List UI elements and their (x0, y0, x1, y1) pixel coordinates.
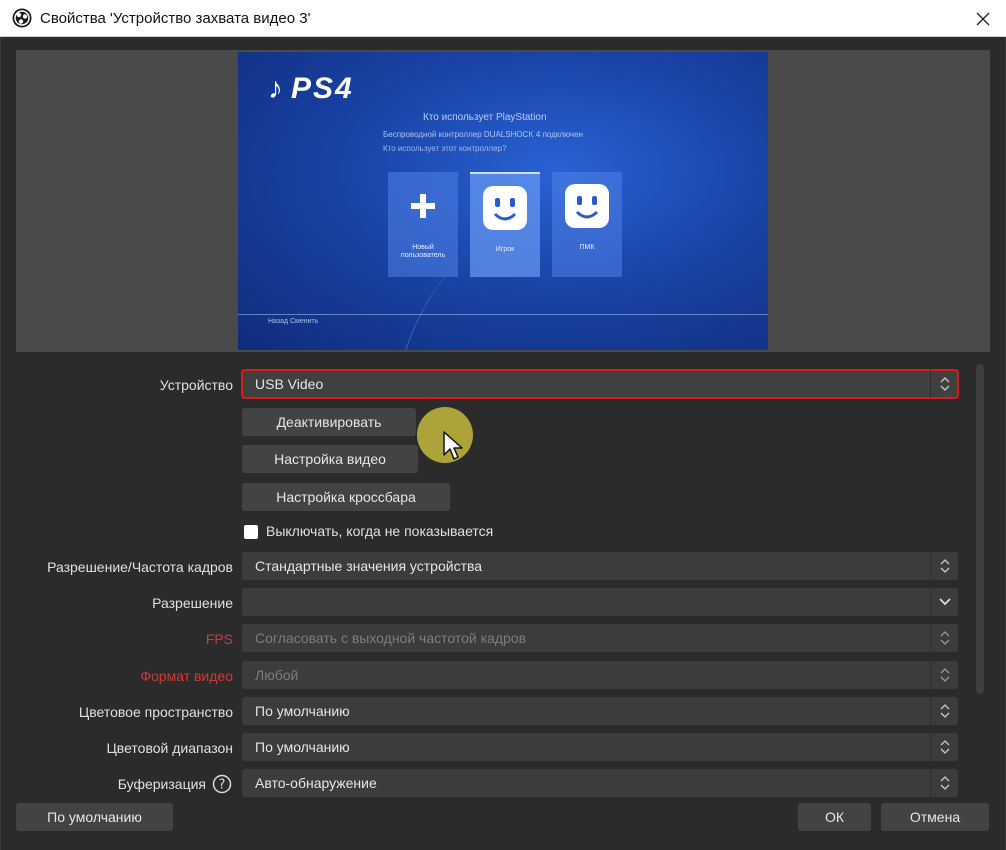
chevron-down-icon[interactable] (930, 588, 958, 616)
help-icon[interactable]: ? (212, 774, 232, 794)
updown-arrows-icon (930, 552, 958, 580)
device-select[interactable]: USB Video (241, 369, 959, 399)
updown-arrows-icon (930, 697, 958, 725)
mouse-cursor-icon (443, 431, 463, 460)
svg-text:?: ? (219, 778, 226, 793)
obs-logo-icon (12, 8, 32, 28)
close-button[interactable] (960, 0, 1006, 37)
buffering-select[interactable]: Авто-обнаружение (242, 769, 958, 797)
updown-arrows-icon (930, 733, 958, 761)
color-range-select[interactable]: По умолчанию (242, 733, 958, 761)
video-settings-button[interactable]: Настройка видео (242, 445, 418, 473)
resolution-fps-select[interactable]: Стандартные значения устройства (242, 552, 958, 580)
crossbar-settings-button[interactable]: Настройка кроссбара (242, 483, 450, 511)
deactivate-when-hidden-label: Выключать, когда не показывается (266, 523, 494, 539)
updown-arrows-icon (930, 370, 958, 398)
cancel-button[interactable]: Отмена (881, 803, 989, 831)
title-bar: Свойства 'Устройство захвата видео 3' (0, 0, 1006, 37)
preview-line-2: Кто использует этот контроллер? (383, 144, 507, 153)
resolution-input[interactable] (242, 588, 958, 616)
updown-arrows-icon (930, 769, 958, 797)
resolution-label: Разрешение (152, 595, 233, 611)
video-preview: ♪ PS4 Кто использует PlayStation Беспрово… (238, 52, 768, 350)
defaults-button[interactable]: По умолчанию (16, 803, 173, 831)
scrollbar-thumb[interactable] (976, 364, 984, 694)
deactivate-button[interactable]: Деактивировать (242, 408, 416, 436)
device-label: Устройство (159, 377, 233, 393)
color-range-label: Цветовой диапазон (106, 740, 233, 756)
preview-footer: Назад Сменить (268, 318, 319, 325)
color-space-label: Цветовое пространство (78, 704, 233, 720)
user-tile-pmk: ПМК (552, 172, 622, 277)
preview-heading: Кто использует PlayStation (423, 112, 547, 123)
vertical-scrollbar[interactable] (974, 362, 986, 698)
playstation-icon: ♪ (268, 72, 285, 105)
user-tile-player: Игрок (470, 172, 540, 277)
device-value: USB Video (255, 376, 324, 392)
face-icon (483, 186, 527, 230)
deactivate-when-hidden-checkbox[interactable] (244, 525, 258, 539)
updown-arrows-icon (930, 661, 958, 689)
close-icon (976, 12, 990, 25)
window-title: Свойства 'Устройство захвата видео 3' (40, 10, 311, 27)
updown-arrows-icon (930, 624, 958, 652)
ps4-logo: ♪ PS4 (268, 72, 354, 105)
color-space-select[interactable]: По умолчанию (242, 697, 958, 725)
buffering-label: Буферизация (117, 776, 206, 792)
ok-button[interactable]: ОК (798, 803, 871, 831)
fps-label: FPS (205, 631, 233, 647)
preview-line-1: Беспроводной контроллер DUALSHOCK 4 подк… (383, 130, 583, 139)
fps-select[interactable]: Согласовать с выходной частотой кадров (242, 624, 958, 652)
video-format-label: Формат видео (140, 668, 233, 684)
user-tile-new: Новый пользователь (388, 172, 458, 277)
face-icon (565, 184, 609, 228)
video-format-select[interactable]: Любой (242, 661, 958, 689)
plus-icon (411, 194, 435, 218)
resolution-fps-label: Разрешение/Частота кадров (47, 559, 233, 575)
